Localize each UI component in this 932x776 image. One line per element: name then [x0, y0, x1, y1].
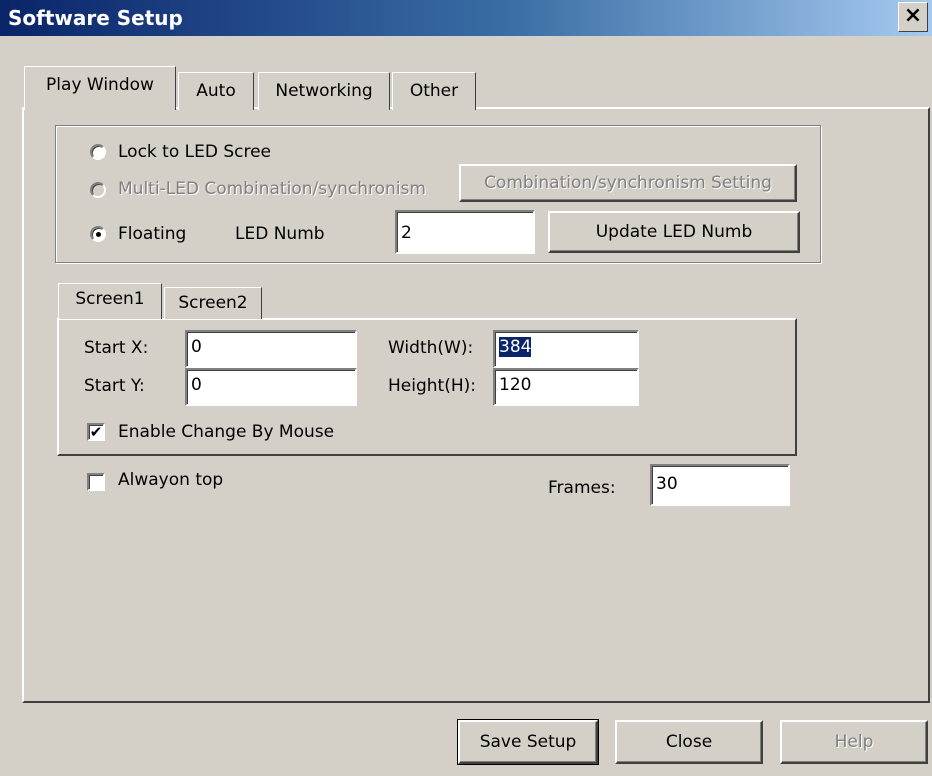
width-value: 384 [499, 337, 532, 357]
save-setup-button[interactable]: Save Setup [457, 719, 599, 765]
enable-mouse-label: Enable Change By Mouse [118, 422, 335, 442]
window-title: Software Setup [8, 6, 183, 30]
frames-label: Frames: [548, 478, 616, 498]
led-numb-input[interactable]: 2 [395, 210, 535, 254]
floating-label: Floating [118, 224, 187, 244]
led-numb-label: LED Numb [235, 224, 325, 244]
tab-screen2[interactable]: Screen2 [164, 287, 262, 319]
floating-radio[interactable] [90, 226, 106, 242]
tab-other[interactable]: Other [392, 72, 476, 110]
tab-networking[interactable]: Networking [258, 72, 390, 110]
start-y-label: Start Y: [84, 376, 145, 396]
height-input[interactable]: 120 [493, 368, 639, 406]
tab-play-window[interactable]: Play Window [24, 66, 176, 110]
close-button[interactable]: Close [615, 720, 763, 764]
start-y-input[interactable]: 0 [185, 368, 357, 406]
close-window-icon[interactable]: × [898, 2, 928, 32]
multi-led-radio [90, 182, 106, 198]
height-label: Height(H): [388, 376, 476, 396]
help-button: Help [780, 720, 928, 764]
start-x-input[interactable]: 0 [185, 330, 357, 368]
multi-led-label: Multi-LED Combination/synchronism [118, 179, 426, 199]
lock-label: Lock to LED Scree [118, 142, 272, 162]
width-input[interactable]: 384 [493, 330, 639, 368]
check-icon: ✔ [89, 423, 103, 441]
tab-screen1[interactable]: Screen1 [58, 283, 162, 319]
start-x-label: Start X: [84, 338, 149, 358]
combination-setting-button: Combination/synchronism Setting [459, 164, 797, 202]
enable-mouse-checkbox[interactable]: ✔ [87, 423, 105, 441]
width-label: Width(W): [388, 338, 474, 358]
always-on-top-label: Alwayon top [118, 470, 224, 490]
frames-input[interactable]: 30 [650, 464, 790, 506]
always-on-top-checkbox[interactable] [87, 473, 105, 491]
tab-auto[interactable]: Auto [178, 72, 254, 110]
update-led-numb-button[interactable]: Update LED Numb [548, 211, 800, 253]
lock-radio[interactable] [90, 144, 106, 160]
